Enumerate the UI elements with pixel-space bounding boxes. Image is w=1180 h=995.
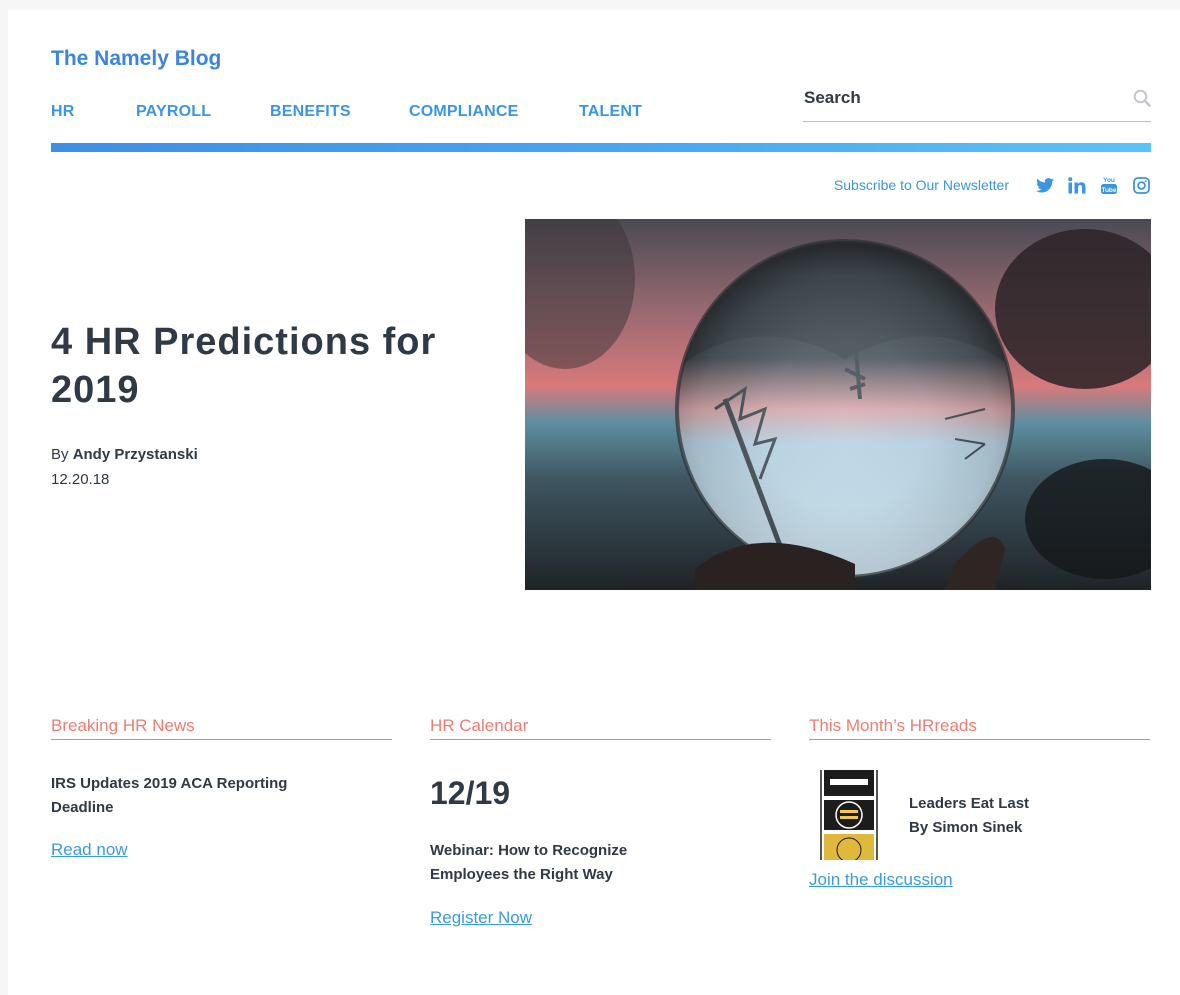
svg-text:You: You	[1103, 177, 1115, 184]
calendar-event: Webinar: How to Recognize Employees the …	[430, 842, 628, 883]
article-author: Andy Przystanski	[72, 446, 198, 463]
nav-item-compliance[interactable]: COMPLIANCE	[409, 103, 519, 121]
article-title: 4 HR Predictions for 2019	[51, 321, 437, 411]
search-box	[803, 86, 1151, 122]
nav-item-talent[interactable]: TALENT	[579, 103, 642, 121]
breaking-news-heading: Breaking HR News	[51, 716, 392, 740]
book-title: Leaders Eat Last	[909, 795, 1030, 812]
register-now-link[interactable]: Register Now	[430, 908, 532, 928]
book-cover-image	[818, 770, 880, 860]
header-accent-bar	[51, 143, 1151, 152]
youtube-icon[interactable]: You Tube	[1097, 174, 1121, 196]
article-date: 12.20.18	[51, 471, 110, 488]
search-icon[interactable]	[1133, 89, 1151, 107]
news-headline: IRS Updates 2019 ACA Reporting Deadline	[51, 775, 288, 816]
join-discussion-link[interactable]: Join the discussion	[809, 870, 953, 890]
article-byline: By Andy Przystanski	[51, 446, 198, 463]
twitter-icon[interactable]	[1033, 174, 1057, 196]
nav-item-benefits[interactable]: BENEFITS	[270, 103, 351, 121]
page: The Namely Blog HR PAYROLL BENEFITS COMP…	[8, 10, 1180, 995]
search-input[interactable]	[804, 86, 1104, 110]
linkedin-icon[interactable]	[1065, 174, 1089, 196]
nav-item-payroll[interactable]: PAYROLL	[136, 103, 211, 121]
calendar-date: 12/19	[430, 775, 511, 811]
nav-item-hr[interactable]: HR	[51, 103, 75, 121]
calendar-heading: HR Calendar	[430, 716, 771, 740]
byline-prefix: By	[51, 446, 69, 463]
book-author: By Simon Sinek	[909, 819, 1023, 836]
newsletter-link[interactable]: Subscribe to Our Newsletter	[834, 177, 1009, 193]
hero-image	[525, 219, 1151, 590]
svg-text:Tube: Tube	[1101, 187, 1116, 194]
social-bar: Subscribe to Our Newsletter You Tube	[828, 172, 1153, 198]
blog-title[interactable]: The Namely Blog	[51, 47, 221, 71]
book-info: Leaders Eat Last By Simon Sinek	[909, 792, 1029, 840]
instagram-icon[interactable]	[1129, 174, 1153, 196]
hrreads-heading: This Month’s HRreads	[809, 716, 1150, 740]
read-now-link[interactable]: Read now	[51, 840, 128, 860]
